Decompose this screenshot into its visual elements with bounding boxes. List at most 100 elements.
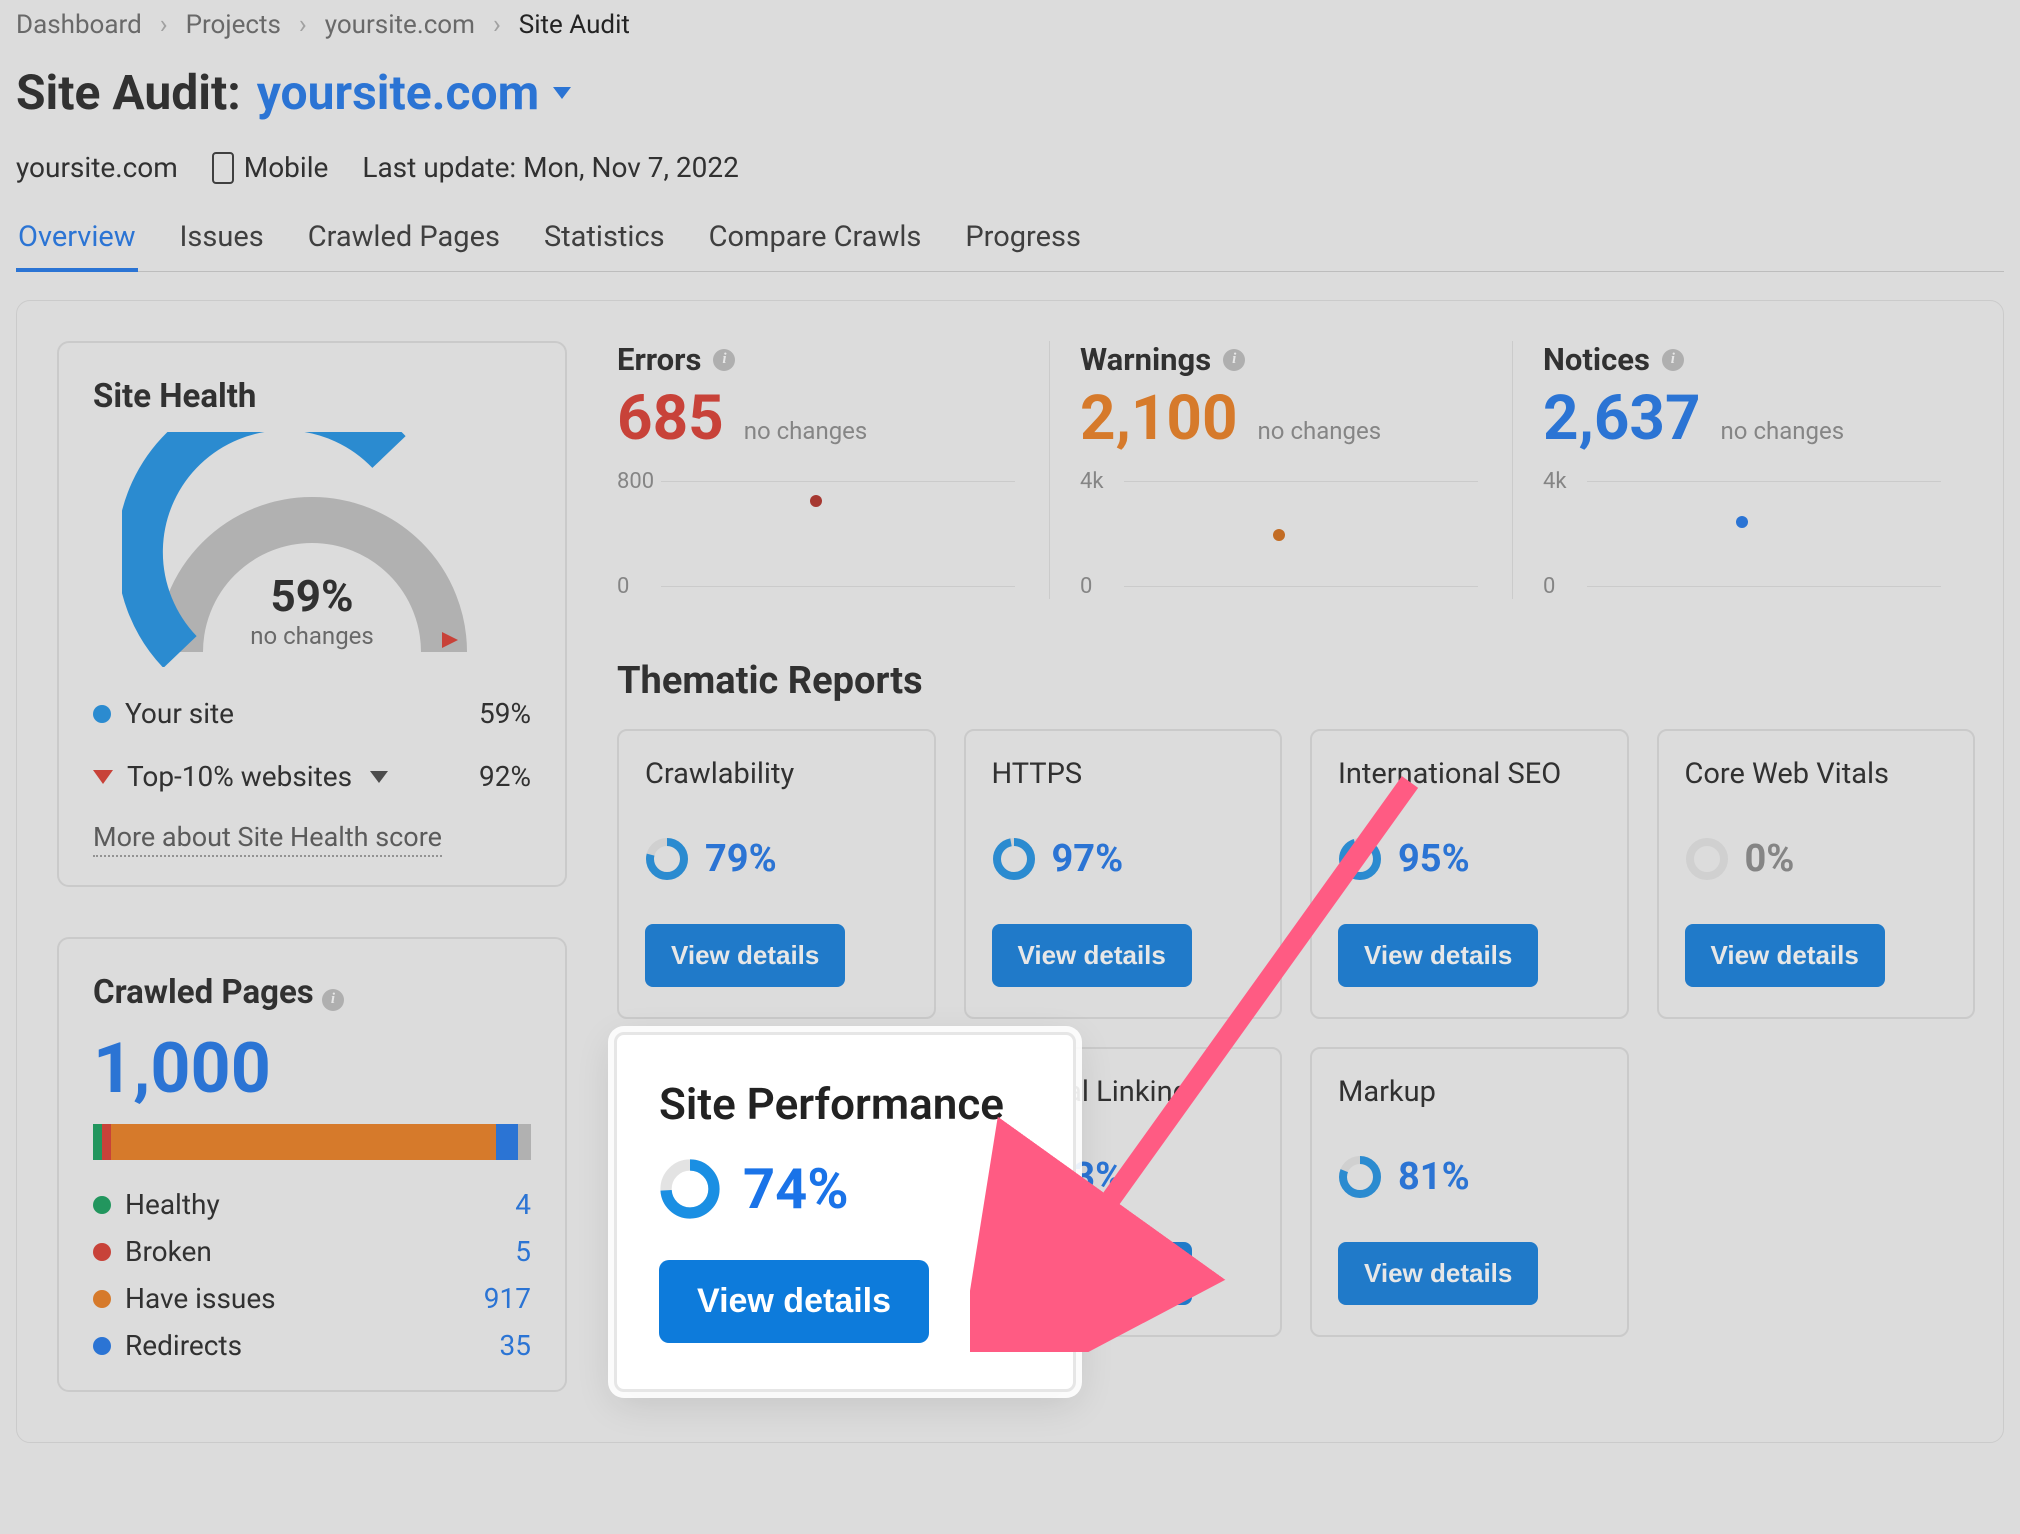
view-details-button[interactable]: View details <box>645 924 845 987</box>
breadcrumb-domain[interactable]: yoursite.com <box>325 10 475 40</box>
chevron-right-icon: › <box>493 10 501 40</box>
breadcrumb-dashboard[interactable]: Dashboard <box>16 10 142 40</box>
report-card: International SEO 95% View details <box>1310 729 1629 1019</box>
report-metric: 0% <box>1685 837 1948 881</box>
crawl-row-value: 4 <box>515 1188 531 1221</box>
tab-compare-crawls[interactable]: Compare Crawls <box>707 220 924 271</box>
dot-icon <box>93 1290 111 1308</box>
info-icon[interactable]: i <box>1223 349 1245 371</box>
domain-dropdown[interactable]: yoursite.com <box>257 64 572 121</box>
axis-label: 800 <box>617 469 654 494</box>
stack-segment <box>496 1124 518 1160</box>
meta-device-label: Mobile <box>244 151 329 184</box>
crawl-row-value: 5 <box>515 1235 531 1268</box>
card-crawled-pages: Crawled Pages i 1,000 Healthy 4 Broken 5… <box>57 937 567 1392</box>
crawl-row-value: 35 <box>500 1329 531 1362</box>
report-title: International SEO <box>1338 757 1601 833</box>
crawled-value: 1,000 <box>93 1028 531 1110</box>
report-metric: 97% <box>992 837 1255 881</box>
crawl-row[interactable]: Broken 5 <box>93 1235 531 1268</box>
crawl-row-label: Redirects <box>125 1329 242 1362</box>
chevron-down-icon <box>553 87 571 99</box>
report-card: HTTPS 97% View details <box>964 729 1283 1019</box>
tab-overview[interactable]: Overview <box>16 220 138 272</box>
stat-notices-value: 2,637 <box>1543 382 1701 455</box>
stack-segment <box>111 1124 496 1160</box>
more-about-site-health-link[interactable]: More about Site Health score <box>93 821 442 857</box>
legend-top10-label: Top-10% websites <box>127 760 352 793</box>
highlight-site-performance: Site Performance 74% View details <box>614 1032 1076 1392</box>
dot-icon <box>93 1196 111 1214</box>
axis-label: 0 <box>1080 574 1092 599</box>
page-title-row: Site Audit: yoursite.com <box>16 64 2004 121</box>
report-percent: 81% <box>1398 1155 1470 1199</box>
thematic-title: Thematic Reports <box>617 659 1975 703</box>
view-details-button[interactable]: View details <box>659 1260 929 1343</box>
view-details-button[interactable]: View details <box>1338 924 1538 987</box>
breadcrumb-projects[interactable]: Projects <box>186 10 281 40</box>
crawl-row[interactable]: Redirects 35 <box>93 1329 531 1362</box>
sparkline-warnings: 4k 0 <box>1080 469 1482 599</box>
legend-top10[interactable]: Top-10% websites 92% <box>93 760 531 793</box>
axis-label: 4k <box>1543 469 1567 494</box>
axis-label: 4k <box>1080 469 1104 494</box>
breadcrumb: Dashboard › Projects › yoursite.com › Si… <box>16 10 2004 40</box>
card-crawled-title-text: Crawled Pages <box>93 973 314 1012</box>
crawl-row-value: 917 <box>484 1282 531 1315</box>
view-details-button[interactable]: View details <box>1685 924 1885 987</box>
report-metric: 95% <box>1338 837 1601 881</box>
report-percent: 95% <box>1398 837 1470 881</box>
view-details-button[interactable]: View details <box>1338 1242 1538 1305</box>
stack-segment <box>93 1124 102 1160</box>
crawl-row[interactable]: Have issues 917 <box>93 1282 531 1315</box>
progress-ring-icon <box>659 1158 721 1220</box>
crawl-row-label: Have issues <box>125 1282 276 1315</box>
popup-title: Site Performance <box>659 1077 1031 1132</box>
report-card: Crawlability 79% View details <box>617 729 936 1019</box>
card-site-health: Site Health 59% no changes <box>57 341 567 887</box>
tabs: Overview Issues Crawled Pages Statistics… <box>16 220 2004 272</box>
view-details-button[interactable]: View details <box>992 924 1192 987</box>
card-site-health-title: Site Health <box>93 377 531 416</box>
stat-warnings-value: 2,100 <box>1080 382 1238 455</box>
stat-warnings: Warningsi 2,100 no changes 4k 0 <box>1049 341 1512 599</box>
stats-row: Errorsi 685 no changes 800 0 Warnings i <box>617 341 1975 599</box>
legend-your-site: Your site 59% <box>93 697 531 730</box>
crawl-row-label: Broken <box>125 1235 212 1268</box>
page-title: Site Audit: <box>16 64 241 121</box>
meta-row: yoursite.com Mobile Last update: Mon, No… <box>16 151 2004 184</box>
stack-segment <box>518 1124 531 1160</box>
stat-errors-sub: no changes <box>744 417 868 445</box>
stat-notices-sub: no changes <box>1721 417 1845 445</box>
crawled-stack-bar <box>93 1124 531 1160</box>
thematic-reports-grid: Crawlability 79% View details HTTPS 97% … <box>617 729 1975 1019</box>
domain-dropdown-label: yoursite.com <box>257 64 540 121</box>
report-metric: 81% <box>1338 1155 1601 1199</box>
stat-warnings-label: Warnings <box>1080 341 1211 378</box>
stat-errors-label: Errors <box>617 341 701 378</box>
tab-statistics[interactable]: Statistics <box>542 220 667 271</box>
tab-progress[interactable]: Progress <box>963 220 1083 271</box>
axis-label: 0 <box>1543 574 1555 599</box>
report-card: Markup 81% View details <box>1310 1047 1629 1337</box>
dot-icon <box>93 705 111 723</box>
info-icon[interactable]: i <box>1662 349 1684 371</box>
sparkline-notices: 4k 0 <box>1543 469 1945 599</box>
card-crawled-title: Crawled Pages i <box>93 973 531 1012</box>
stat-notices: Notices i 2,637 no changes 4k 0 <box>1512 341 1975 599</box>
tab-crawled-pages[interactable]: Crawled Pages <box>306 220 502 271</box>
axis-label: 0 <box>617 574 629 599</box>
sparkline-errors: 800 0 <box>617 469 1019 599</box>
stack-segment <box>102 1124 111 1160</box>
report-percent: 97% <box>1052 837 1124 881</box>
info-icon[interactable]: i <box>713 349 735 371</box>
breadcrumb-current: Site Audit <box>519 10 630 40</box>
gauge-percent: 59% <box>93 570 531 622</box>
stat-errors: Errorsi 685 no changes 800 0 <box>617 341 1049 599</box>
info-icon[interactable]: i <box>322 989 344 1011</box>
tab-issues[interactable]: Issues <box>178 220 266 271</box>
stat-notices-label: Notices <box>1543 341 1650 378</box>
crawl-row[interactable]: Healthy 4 <box>93 1188 531 1221</box>
report-card: Core Web Vitals 0% View details <box>1657 729 1976 1019</box>
popup-percent: 74% <box>743 1156 849 1222</box>
